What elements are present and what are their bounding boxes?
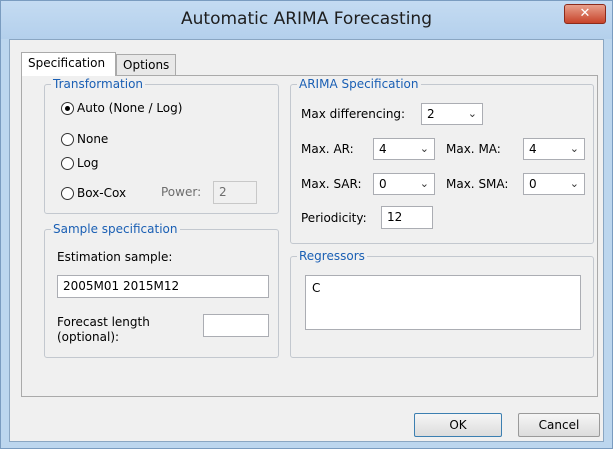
radio-none-icon[interactable] [61, 132, 74, 146]
max-differencing-label: Max differencing: [301, 107, 406, 121]
chevron-down-icon: ⌄ [569, 142, 579, 155]
cancel-button[interactable]: Cancel [518, 413, 600, 437]
ok-button[interactable]: OK [414, 413, 502, 437]
max-ma-label: Max. MA: [446, 142, 501, 156]
radio-boxcox-icon[interactable] [61, 186, 74, 200]
specification-panel: Transformation Auto (None / Log) None Lo… [21, 75, 598, 397]
radio-auto[interactable]: Auto (None / Log) [61, 99, 182, 117]
chevron-down-icon: ⌄ [467, 107, 477, 120]
periodicity-input[interactable]: 12 [381, 206, 433, 229]
max-ma-value: 4 [529, 142, 537, 156]
power-input[interactable]: 2 [213, 181, 257, 204]
estimation-sample-label: Estimation sample: [57, 250, 173, 264]
max-differencing-select[interactable]: 2 ⌄ [421, 103, 483, 125]
max-differencing-value: 2 [427, 107, 435, 121]
radio-log-label: Log [77, 156, 99, 170]
estimation-sample-input[interactable]: 2005M01 2015M12 [57, 275, 269, 298]
dialog-window: Automatic ARIMA Forecasting ✕ Specificat… [0, 0, 613, 449]
title-bar[interactable]: Automatic ARIMA Forecasting ✕ [1, 1, 612, 39]
chevron-down-icon: ⌄ [419, 177, 429, 190]
max-ar-select[interactable]: 4 ⌄ [373, 138, 435, 160]
forecast-length-label-1: Forecast length [57, 315, 150, 329]
radio-auto-icon[interactable] [61, 101, 74, 115]
arima-title: ARIMA Specification [297, 77, 421, 91]
sample-title: Sample specification [51, 222, 180, 236]
regressors-title: Regressors [297, 249, 367, 263]
radio-none[interactable]: None [61, 130, 108, 148]
close-button[interactable]: ✕ [564, 4, 606, 24]
max-sma-value: 0 [529, 177, 537, 191]
max-ar-label: Max. AR: [301, 142, 354, 156]
transformation-title: Transformation [51, 77, 146, 91]
arima-group: ARIMA Specification Max differencing: 2 … [290, 77, 594, 244]
chevron-down-icon: ⌄ [569, 177, 579, 190]
radio-boxcox-label: Box-Cox [77, 186, 127, 200]
radio-boxcox[interactable]: Box-Cox [61, 184, 126, 202]
regressors-textarea[interactable]: C [305, 275, 581, 330]
forecast-length-input[interactable] [203, 314, 269, 337]
transformation-group: Transformation Auto (None / Log) None Lo… [44, 77, 279, 214]
max-sma-select[interactable]: 0 ⌄ [523, 173, 585, 195]
radio-auto-label: Auto (None / Log) [77, 101, 183, 115]
max-sar-label: Max. SAR: [301, 177, 362, 191]
sample-group: Sample specification Estimation sample: … [44, 222, 279, 358]
tab-options[interactable]: Options [116, 54, 176, 76]
chevron-down-icon: ⌄ [419, 142, 429, 155]
max-ar-value: 4 [379, 142, 387, 156]
radio-log-icon[interactable] [61, 156, 74, 170]
max-sma-label: Max. SMA: [446, 177, 509, 191]
regressors-group: Regressors C [290, 249, 594, 358]
periodicity-label: Periodicity: [301, 211, 367, 225]
forecast-length-label-2: (optional): [57, 330, 120, 344]
dialog-client: Specification Options Transformation Aut… [9, 39, 604, 442]
max-ma-select[interactable]: 4 ⌄ [523, 138, 585, 160]
window-title: Automatic ARIMA Forecasting [181, 9, 432, 29]
close-icon: ✕ [579, 6, 591, 21]
power-label: Power: [161, 185, 202, 199]
radio-log[interactable]: Log [61, 154, 98, 172]
tab-specification[interactable]: Specification [21, 52, 116, 76]
radio-none-label: None [77, 132, 109, 146]
max-sar-value: 0 [379, 177, 387, 191]
max-sar-select[interactable]: 0 ⌄ [373, 173, 435, 195]
